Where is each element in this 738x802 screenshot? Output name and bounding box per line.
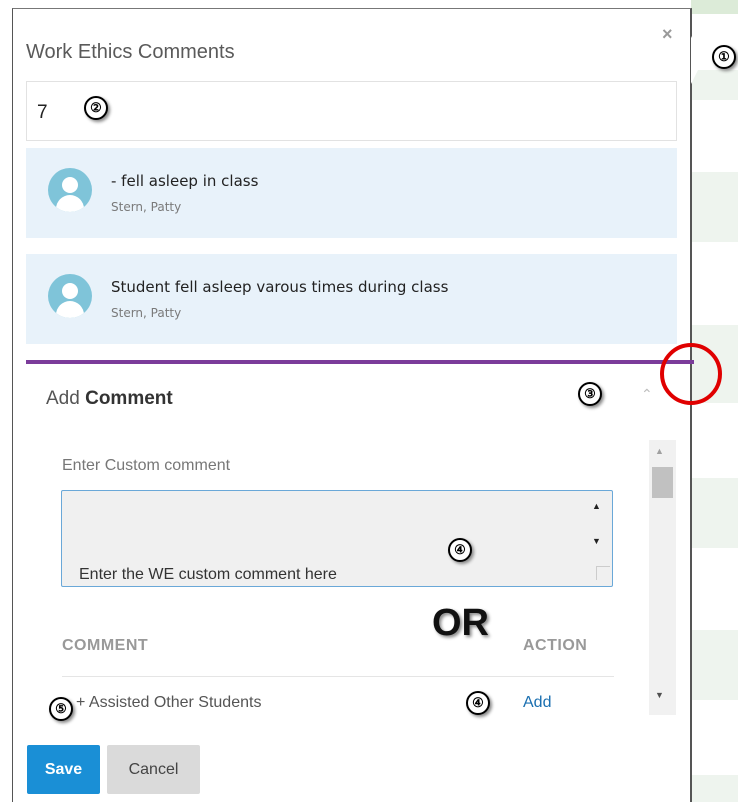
comment-author: Stern, Patty [111,306,182,320]
chevron-up-icon[interactable]: ⌃ [641,386,653,403]
add-comment-link[interactable]: Add [523,694,551,712]
textarea-resize-handle[interactable] [596,566,610,580]
custom-comment-label: Enter Custom comment [62,457,231,474]
column-header-action: ACTION [523,637,588,654]
section-divider [26,360,694,364]
comment-count: 7 [37,102,48,123]
callout-badge: ④ [466,691,490,715]
comment-card: Student fell asleep varous times during … [26,254,677,344]
dialog-title: Work Ethics Comments [26,41,235,63]
background-stripe [691,172,738,242]
scroll-up-arrow-icon[interactable]: ▲ [655,446,664,456]
close-icon[interactable]: × [662,24,673,45]
callout-badge: ③ [578,382,602,406]
callout-badge: ② [84,96,108,120]
table-divider [62,676,614,677]
scroll-down-arrow-icon[interactable]: ▼ [655,690,664,700]
comment-text: - fell asleep in class [111,172,259,190]
comment-card: - fell asleep in class Stern, Patty [26,148,677,238]
callout-badge: ① [712,45,736,69]
save-button[interactable]: Save [27,745,100,794]
callout-badge: ⑤ [49,697,73,721]
add-comment-header-prefix: Add [46,388,86,409]
textarea-scroll-down-icon[interactable]: ▼ [592,536,601,546]
cancel-button[interactable]: Cancel [107,745,200,794]
comment-option-label: + Assisted Other Students [76,694,262,711]
textarea-scroll-up-icon[interactable]: ▲ [592,501,601,511]
highlight-circle [660,343,722,405]
background-stripe [691,630,738,700]
add-comment-header[interactable]: Add Comment [46,388,173,410]
add-comment-header-bold: Comment [85,388,173,409]
custom-comment-textarea[interactable]: Enter the WE custom comment here [61,490,613,587]
avatar-icon [48,274,92,318]
avatar-icon [48,168,92,212]
panel-scrollbar-thumb[interactable] [652,467,673,498]
comment-author: Stern, Patty [111,200,182,214]
comment-count-box: 7 [26,81,677,141]
or-label: OR [432,602,489,644]
callout-badge: ④ [448,538,472,562]
background-stripe [691,478,738,548]
comment-text: Student fell asleep varous times during … [111,278,449,296]
panel-pointer [691,36,703,84]
background-header-strip [691,0,738,14]
background-stripe [691,775,738,802]
column-header-comment: COMMENT [62,637,149,654]
